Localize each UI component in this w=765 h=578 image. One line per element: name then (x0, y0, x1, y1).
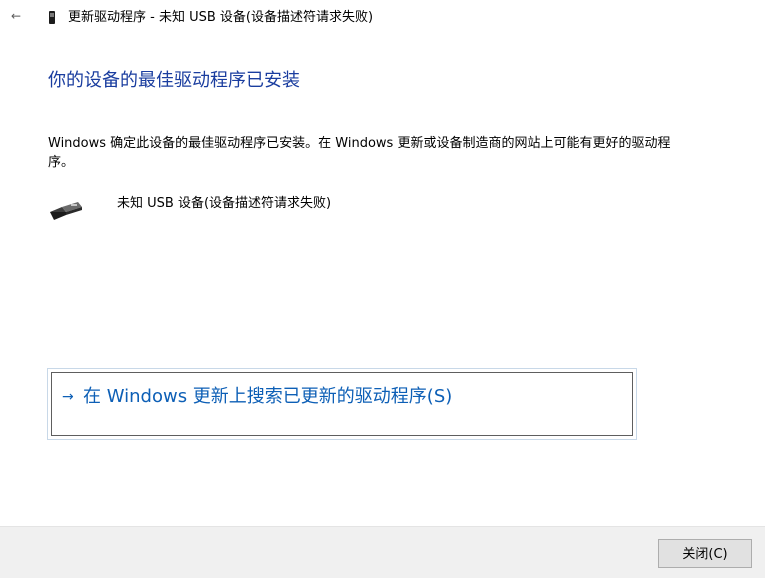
device-icon (49, 11, 55, 24)
search-windows-update-link[interactable]: → 在 Windows 更新上搜索已更新的驱动程序(S) (47, 368, 637, 440)
back-arrow-icon[interactable]: ← (11, 9, 21, 23)
search-windows-update-label[interactable]: 在 Windows 更新上搜索已更新的驱动程序(S) (83, 385, 452, 409)
close-button[interactable]: 关闭(C) (658, 539, 752, 568)
arrow-right-icon: → (62, 389, 74, 405)
title-bar: ← 更新驱动程序 - 未知 USB 设备(设备描述符请求失败) (0, 0, 765, 38)
dialog-footer: 关闭(C) (0, 526, 765, 578)
update-driver-dialog: ← 更新驱动程序 - 未知 USB 设备(设备描述符请求失败) 你的设备的最佳驱… (0, 0, 765, 578)
page-heading: 你的设备的最佳驱动程序已安装 (48, 70, 300, 91)
description-text: Windows 确定此设备的最佳驱动程序已安装。在 Windows 更新或设备制… (48, 136, 671, 170)
window-title: 更新驱动程序 - 未知 USB 设备(设备描述符请求失败) (68, 10, 374, 25)
usb-connector-icon (50, 202, 82, 220)
device-name: 未知 USB 设备(设备描述符请求失败) (117, 196, 332, 211)
focus-rectangle: → 在 Windows 更新上搜索已更新的驱动程序(S) (51, 372, 633, 436)
